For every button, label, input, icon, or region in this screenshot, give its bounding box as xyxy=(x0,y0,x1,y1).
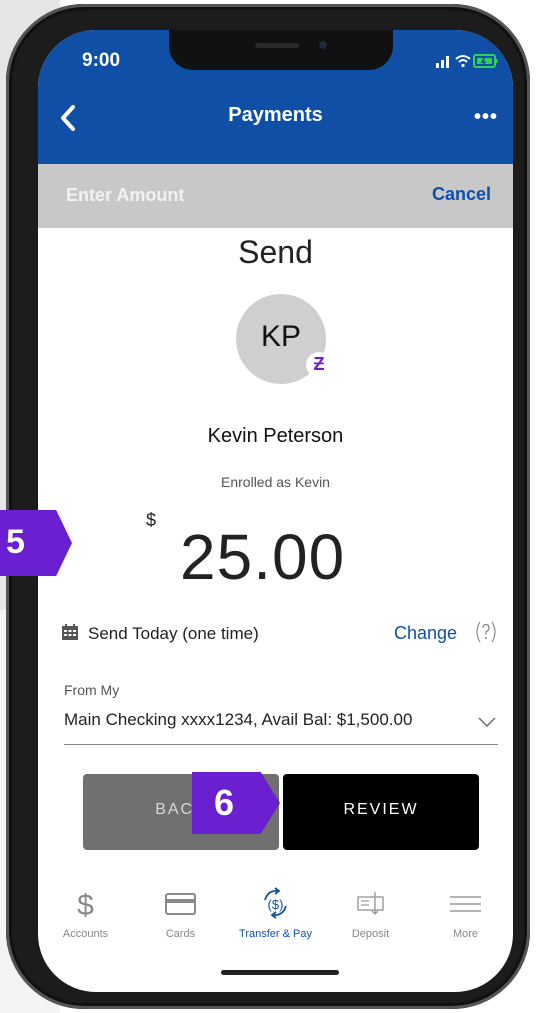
phone-notch xyxy=(169,30,393,70)
svg-text:($): ($) xyxy=(268,897,284,912)
chevron-down-icon[interactable] xyxy=(478,716,496,728)
status-icons xyxy=(436,54,498,68)
page-title: Payments xyxy=(228,104,323,126)
send-title: Send xyxy=(238,234,313,270)
calendar-icon xyxy=(62,624,78,640)
enrolled-as-text: Enrolled as Kevin xyxy=(221,474,330,490)
transfer-icon: ($) xyxy=(264,887,287,919)
tab-label: Deposit xyxy=(351,928,390,940)
amount-input[interactable]: 25.00 xyxy=(180,520,345,594)
tab-accounts[interactable]: $ Accounts xyxy=(38,880,133,950)
zelle-mark: Ƶ xyxy=(313,354,325,374)
status-time: 9:00 xyxy=(82,50,121,71)
menu-icon xyxy=(450,896,481,912)
tab-label: Accounts xyxy=(62,928,109,940)
review-button[interactable]: REVIEW xyxy=(283,774,479,850)
callout-number: 5 xyxy=(6,523,25,561)
tab-transfer-pay[interactable]: ($) Transfer & Pay xyxy=(228,880,323,950)
check-deposit-icon xyxy=(357,892,384,915)
cancel-link[interactable]: Cancel xyxy=(432,184,491,205)
from-account-select[interactable]: Main Checking xxxx1234, Avail Bal: $1,50… xyxy=(64,710,498,730)
tab-label: Transfer & Pay xyxy=(239,928,312,940)
zelle-icon: Ƶ xyxy=(306,352,332,378)
avatar-initials: KP xyxy=(260,320,302,353)
change-date-link[interactable]: Change xyxy=(394,623,457,644)
bottom-tab-bar: $ Accounts Cards ($) Transfer & Pay Depo… xyxy=(38,880,513,950)
tab-label: More xyxy=(452,928,479,940)
select-underline xyxy=(64,744,498,745)
help-icon[interactable] xyxy=(474,620,498,644)
step-bar: Enter Amount Cancel xyxy=(38,164,513,228)
more-options-icon[interactable]: ••• xyxy=(474,106,498,129)
tab-deposit[interactable]: Deposit xyxy=(323,880,418,950)
avatar: KP Ƶ xyxy=(236,294,332,384)
send-date-label: Send Today (one time) xyxy=(88,624,259,643)
from-account-label: From My xyxy=(64,682,120,698)
dollar-icon: $ xyxy=(77,889,94,920)
svg-text:$: $ xyxy=(77,889,94,920)
tab-cards[interactable]: Cards xyxy=(133,880,228,950)
phone-frame: 9:00 Payments ••• Enter Amount Cancel Se… xyxy=(6,4,530,1009)
step-title: Enter Amount xyxy=(66,185,185,205)
review-button-label: REVIEW xyxy=(343,801,419,818)
card-icon xyxy=(165,893,196,915)
payee-name: Kevin Peterson xyxy=(207,425,344,447)
currency-symbol: $ xyxy=(146,510,157,530)
tab-more[interactable]: More xyxy=(418,880,513,950)
home-indicator xyxy=(221,970,339,975)
tab-label: Cards xyxy=(165,928,196,940)
callout-number: 6 xyxy=(214,782,235,823)
speaker xyxy=(255,43,299,48)
phone-screen: 9:00 Payments ••• Enter Amount Cancel Se… xyxy=(38,30,513,992)
camera xyxy=(319,41,327,49)
